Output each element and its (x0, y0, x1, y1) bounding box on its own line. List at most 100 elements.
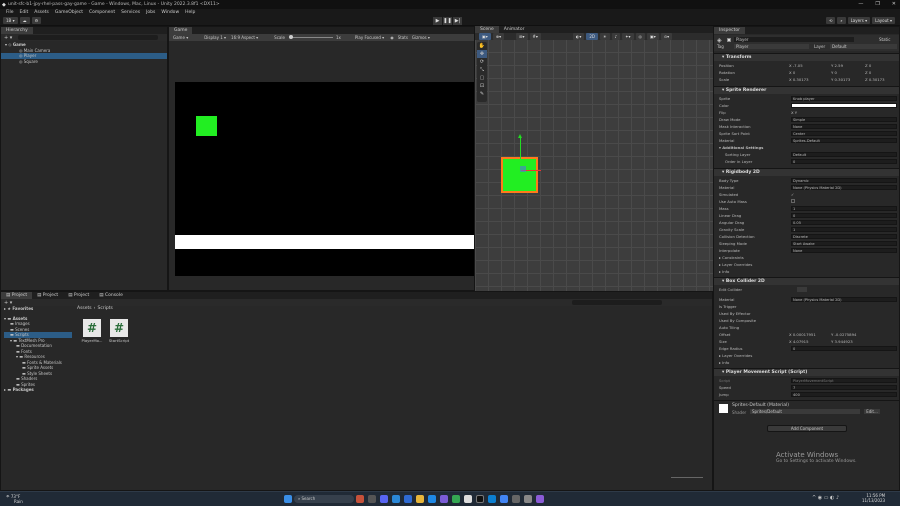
app-icon-6[interactable] (440, 495, 448, 503)
file-explorer-icon[interactable] (416, 495, 424, 503)
collab-icon[interactable]: ⚙ (31, 17, 42, 24)
rotation-z[interactable]: Z 0 (865, 70, 871, 75)
flip-toggles[interactable]: X Y (791, 110, 797, 115)
edge-icon[interactable] (488, 495, 496, 503)
mute-audio-icon[interactable]: ◉ (390, 35, 394, 40)
rotate-tool-icon[interactable]: ⟳ (477, 58, 487, 66)
tab-inspector[interactable]: Inspector (714, 27, 745, 34)
play-focused-dropdown[interactable]: Play Focused ▾ (355, 35, 384, 40)
tab-project-1[interactable]: ▤ Project (1, 292, 33, 299)
rb-layer-overrides-foldout[interactable]: ▸ Layer Overrides (719, 262, 899, 268)
collision-dropdown[interactable]: Discrete (791, 234, 897, 239)
position-z[interactable]: Z 0 (865, 63, 871, 68)
draw-mode-dropdown[interactable]: Simple (791, 117, 897, 122)
jump-field[interactable]: 400 (791, 392, 897, 397)
hierarchy-search-input[interactable] (18, 35, 159, 40)
search-icon[interactable]: ⌕ (837, 17, 846, 24)
interpolate-dropdown[interactable]: None (791, 248, 897, 253)
menu-services[interactable]: Services (121, 10, 140, 15)
icon-size-slider[interactable] (671, 477, 703, 478)
aspect-dropdown[interactable]: 16:9 Aspect ▾ (231, 35, 258, 40)
app-icon-4[interactable] (404, 495, 412, 503)
stats-button[interactable]: Stats (398, 35, 408, 40)
size-x[interactable]: X 4.07915 (789, 339, 809, 344)
sprite-field[interactable]: Knob player (791, 96, 897, 101)
chrome-icon[interactable] (500, 495, 508, 503)
sprite-renderer-header[interactable]: ▾ Sprite Renderer (714, 86, 899, 94)
layers-dropdown[interactable]: Layers ▾ (847, 17, 871, 24)
active-checkbox[interactable] (727, 38, 731, 42)
rotation-y[interactable]: Y 0 (831, 70, 837, 75)
bc-info-foldout[interactable]: ▸ Info (719, 360, 899, 366)
menu-component[interactable]: Component (89, 10, 115, 15)
constraints-foldout[interactable]: ▸ Constraints (719, 255, 899, 261)
gizmo-y-axis[interactable] (520, 137, 521, 159)
audio-icon[interactable]: ♪ (611, 33, 621, 40)
menu-help[interactable]: Help (185, 10, 195, 15)
tab-scene[interactable]: Scene (475, 26, 499, 33)
shader-dropdown[interactable]: Sprites/Default (750, 409, 860, 414)
edge-radius-field[interactable]: 0 (791, 346, 897, 351)
gizmos-button[interactable]: Gizmos ▾ (412, 35, 430, 40)
hierarchy-item-square[interactable]: ◎ Square (5, 59, 167, 65)
layout-dropdown[interactable]: Layout ▾ (872, 17, 895, 24)
app-icon-7[interactable] (452, 495, 460, 503)
body-type-dropdown[interactable]: Dynamic (791, 178, 897, 183)
simulated-checkbox[interactable]: ✓ (791, 192, 794, 197)
add-component-button[interactable]: Add Component (767, 425, 847, 432)
menu-jobs[interactable]: Jobs (146, 10, 155, 15)
pivot-dropdown[interactable]: ▣▾ (479, 33, 491, 40)
shading-dropdown[interactable]: ◐▾ (572, 33, 585, 40)
visibility-icon[interactable]: ◎ (635, 33, 646, 40)
account-button[interactable]: 1B ▾ (3, 17, 18, 24)
gizmo-y-arrow-icon[interactable] (518, 134, 522, 138)
edit-collider-button[interactable] (797, 287, 807, 292)
tab-console[interactable]: ▤ Console (94, 292, 128, 299)
speed-field[interactable]: 7 (791, 385, 897, 390)
breadcrumb-scripts[interactable]: Scripts (97, 306, 112, 311)
sorting-layer-dropdown[interactable]: Default (791, 152, 897, 157)
cloud-icon[interactable]: ☁ (19, 17, 30, 24)
scale-x[interactable]: X 0.30173 (789, 77, 809, 82)
maximize-button[interactable]: ❐ (875, 1, 879, 7)
hand-tool-icon[interactable]: ✋ (477, 42, 487, 50)
tab-game[interactable]: Game (169, 27, 193, 34)
breadcrumb-assets[interactable]: Assets (77, 306, 92, 311)
local-dropdown[interactable]: ⊕▾ (492, 33, 505, 40)
tab-project-2[interactable]: ▤ Project (32, 292, 63, 299)
unity-icon[interactable] (476, 495, 484, 503)
gizmo-center-handle[interactable] (520, 166, 526, 172)
add-icon[interactable]: + ▾ (4, 35, 12, 41)
rb-info-foldout[interactable]: ▸ Info (719, 269, 899, 275)
app-icon-5[interactable] (428, 495, 436, 503)
rigidbody-header[interactable]: ▾ Rigidbody 2D (714, 168, 899, 176)
bc-material-field[interactable]: None (Physics Material 2D) (791, 297, 897, 302)
tab-project-3[interactable]: ▤ Project (63, 292, 94, 299)
lighting-icon[interactable]: ☀ (600, 33, 610, 40)
effects-icon[interactable]: ✦▾ (622, 33, 634, 40)
layer-dropdown[interactable]: Default (830, 44, 897, 49)
tab-animator[interactable]: Animator (499, 26, 530, 33)
weather-widget[interactable]: ☂ 73°F Rain (6, 494, 23, 504)
rect-tool-icon[interactable]: ▢ (477, 74, 487, 82)
clock[interactable]: 11:56 PM 11/13/2023 (862, 493, 885, 503)
start-icon[interactable] (284, 495, 292, 503)
scene-player-object[interactable] (501, 134, 541, 193)
offset-x[interactable]: X 0.00017951 (789, 332, 816, 337)
menu-file[interactable]: File (6, 10, 14, 15)
discord-icon[interactable] (380, 495, 388, 503)
linear-drag-field[interactable]: 0 (791, 213, 897, 218)
history-icon[interactable]: ⟲ (825, 17, 836, 24)
asset-startscript[interactable]: # StartScript (108, 319, 130, 343)
position-y[interactable]: Y 2.59 (831, 63, 843, 68)
transform-tool-icon[interactable]: ⊡ (477, 82, 487, 90)
close-button[interactable]: ✕ (892, 1, 896, 7)
pause-button[interactable]: ❚❚ (443, 17, 452, 25)
rb-material-field[interactable]: None (Physics Material 2D) (791, 185, 897, 190)
scale-slider[interactable] (288, 35, 333, 39)
minimize-button[interactable]: — (858, 1, 863, 7)
object-name-input[interactable]: Player (734, 37, 854, 42)
static-toggle[interactable]: Static (879, 37, 890, 42)
camera-icon[interactable]: ▣▾ (647, 33, 659, 40)
menu-gameobject[interactable]: GameObject (55, 10, 83, 15)
